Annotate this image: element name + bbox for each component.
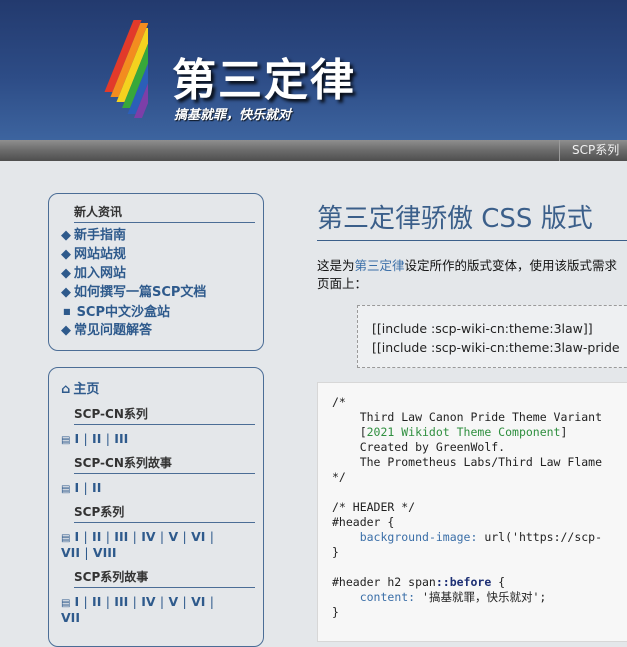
menu-item-scp-series[interactable]: SCP系列 bbox=[559, 140, 627, 161]
title-divider bbox=[317, 240, 627, 241]
sidebar-heading-scp-cn: SCP-CN系列 bbox=[74, 405, 255, 425]
intro-paragraph: 这是为第三定律设定所作的版式变体，使用该版式需求 页面上： bbox=[317, 258, 618, 291]
nav-link[interactable]: VI bbox=[191, 594, 205, 609]
include-code-box: [[include :scp-wiki-cn:theme:3law]] [[in… bbox=[357, 305, 627, 368]
sidebar-link-sandbox[interactable]: ■ SCP中文沙盒站 bbox=[61, 303, 170, 322]
site-header: 第三定律 搞基就罪，快乐就对 bbox=[0, 0, 627, 140]
nav-link[interactable]: VII bbox=[61, 545, 80, 560]
nav-link[interactable]: V bbox=[168, 529, 178, 544]
nav-row-scp-tales-2: VII bbox=[61, 610, 80, 626]
sidebar-box-navigation: ⌂ 主页 SCP-CN系列 ▤ I | II | III SCP-CN系列故事 ▤ I… bbox=[48, 367, 264, 647]
nav-link[interactable]: I bbox=[74, 431, 79, 446]
nav-link[interactable]: II bbox=[92, 594, 101, 609]
nav-link[interactable]: III bbox=[114, 529, 128, 544]
nav-link[interactable]: IV bbox=[141, 594, 155, 609]
nav-row-scp-cn-tales: ▤ I | II bbox=[61, 480, 102, 495]
sidebar-link-home[interactable]: ⌂ 主页 bbox=[61, 381, 99, 399]
nav-link[interactable]: I bbox=[74, 480, 79, 495]
include-line: [[include :scp-wiki-cn:theme:3law-pride bbox=[372, 340, 620, 355]
nav-link[interactable]: VII bbox=[61, 610, 80, 625]
nav-link[interactable]: I bbox=[74, 529, 79, 544]
square-bullet-icon: ■ bbox=[63, 307, 71, 316]
nav-row-scp-2: VII | VIII bbox=[61, 545, 117, 560]
nav-link[interactable]: III bbox=[114, 594, 128, 609]
sidebar-heading-scp: SCP系列 bbox=[74, 503, 255, 523]
sidebar-link-rules[interactable]: ◆ 网站站规 bbox=[61, 246, 126, 264]
document-icon: ▤ bbox=[61, 484, 71, 495]
third-law-link[interactable]: 第三定律 bbox=[355, 258, 405, 273]
diamond-bullet-icon: ◆ bbox=[61, 266, 71, 281]
nav-link[interactable]: V bbox=[168, 594, 178, 609]
rainbow-stripes-icon bbox=[104, 20, 148, 118]
nav-link[interactable]: III bbox=[114, 431, 128, 446]
nav-link[interactable]: I bbox=[74, 594, 79, 609]
page-title: 第三定律骄傲 CSS 版式 bbox=[317, 204, 593, 234]
sidebar-link-faq[interactable]: ◆ 常见问题解答 bbox=[61, 322, 152, 340]
nav-link[interactable]: II bbox=[92, 431, 101, 446]
sidebar-link-guide[interactable]: ◆ 新手指南 bbox=[61, 227, 126, 245]
diamond-bullet-icon: ◆ bbox=[61, 228, 71, 243]
nav-link[interactable]: II bbox=[92, 529, 101, 544]
nav-link[interactable]: VIII bbox=[93, 545, 117, 560]
document-icon: ▤ bbox=[61, 435, 71, 446]
site-title[interactable]: 第三定律 bbox=[172, 44, 356, 108]
sidebar-heading-scp-tales: SCP系列故事 bbox=[74, 568, 255, 588]
top-menu-bar: SCP系列 bbox=[0, 140, 627, 161]
nav-link[interactable]: II bbox=[92, 480, 101, 495]
site-subtitle: 搞基就罪，快乐就对 bbox=[174, 108, 292, 123]
nav-row-scp-cn: ▤ I | II | III bbox=[61, 431, 129, 446]
sidebar-link-how-to-write[interactable]: ◆ 如何撰写一篇SCP文档 bbox=[61, 284, 206, 302]
diamond-bullet-icon: ◆ bbox=[61, 247, 71, 262]
document-icon: ▤ bbox=[61, 533, 71, 544]
sidebar-link-join[interactable]: ◆ 加入网站 bbox=[61, 265, 126, 283]
home-icon: ⌂ bbox=[61, 382, 71, 397]
nav-row-scp-tales: ▤ I | II | III | IV | V | VI | bbox=[61, 594, 214, 609]
sidebar-heading-scp-cn-tales: SCP-CN系列故事 bbox=[74, 454, 255, 474]
document-icon: ▤ bbox=[61, 598, 71, 609]
diamond-bullet-icon: ◆ bbox=[61, 285, 71, 300]
sidebar-box-newcomer: 新人资讯 ◆ 新手指南 ◆ 网站站规 ◆ 加入网站 ◆ 如何撰写一篇SCP文档 ■ SCP… bbox=[48, 193, 264, 351]
css-code-block[interactable]: /* Third Law Canon Pride Theme Variant [… bbox=[317, 382, 627, 642]
sidebar-heading-newcomer: 新人资讯 bbox=[74, 203, 255, 223]
nav-link[interactable]: IV bbox=[141, 529, 155, 544]
include-line: [[include :scp-wiki-cn:theme:3law]] bbox=[372, 321, 593, 336]
diamond-bullet-icon: ◆ bbox=[61, 323, 71, 338]
nav-link[interactable]: VI bbox=[191, 529, 205, 544]
